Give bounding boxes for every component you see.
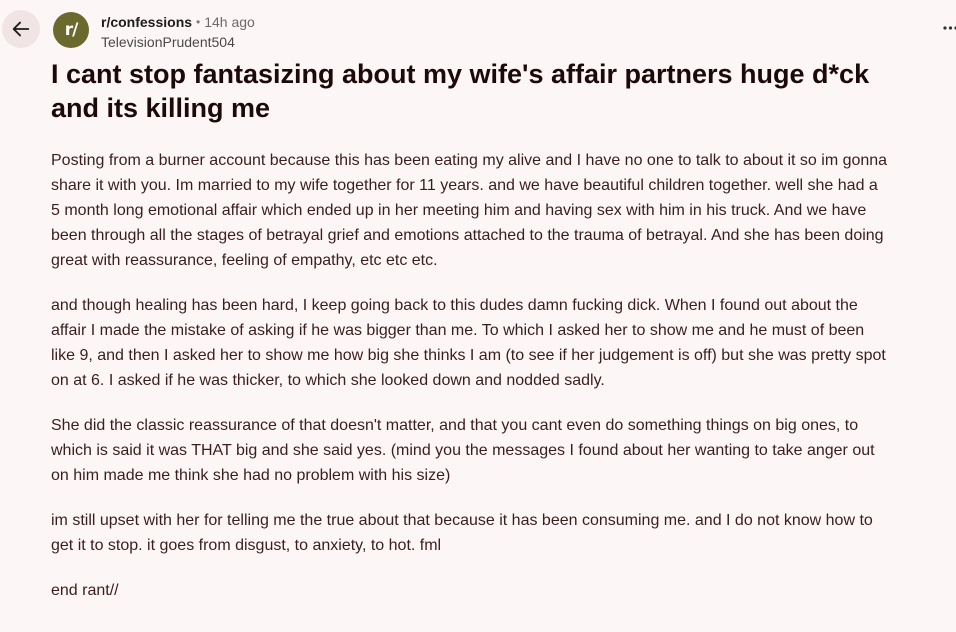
meta-separator: • (196, 15, 201, 29)
back-button[interactable] (2, 10, 40, 48)
post-page: r/ r/confessions • 14h ago TelevisionPru… (0, 0, 956, 632)
post-time: 14h ago (204, 14, 255, 30)
subreddit-link[interactable]: r/confessions (101, 12, 192, 32)
body-line: affair I made the mistake of asking if h… (51, 322, 865, 339)
author-link[interactable]: TelevisionPrudent504 (101, 32, 255, 52)
body-line: share it with you. Im married to my wife… (51, 177, 878, 194)
body-line: great with reassurance, feeling of empat… (51, 252, 438, 269)
body-line: like 9, and then I asked her to show me … (51, 347, 886, 364)
body-line: im still upset with her for telling me t… (51, 512, 873, 529)
post-paragraph: She did the classic reassurance of that … (51, 413, 956, 488)
body-line: end rant// (51, 582, 119, 599)
post-title-line: I cant stop fantasizing about my wife's … (51, 59, 870, 89)
arrow-left-icon (12, 21, 30, 37)
post-paragraph: im still upset with her for telling me t… (51, 508, 956, 558)
body-line: Posting from a burner account because th… (51, 152, 888, 169)
subreddit-avatar-text: r/ (64, 20, 79, 40)
post-body: Posting from a burner account because th… (51, 148, 956, 623)
more-horizontal-icon (943, 26, 956, 30)
body-line: get it to stop. it goes from disgust, to… (51, 537, 442, 554)
body-line: and though healing has been hard, I keep… (51, 297, 858, 314)
body-line: 5 month long emotional affair which ende… (51, 202, 867, 219)
post-paragraph: Posting from a burner account because th… (51, 148, 956, 273)
post-title: I cant stop fantasizing about my wife's … (51, 57, 951, 125)
post-paragraph: and though healing has been hard, I keep… (51, 293, 956, 393)
body-line: She did the classic reassurance of that … (51, 417, 859, 434)
body-line: which is said it was THAT big and she sa… (51, 442, 875, 459)
body-line: been through all the stages of betrayal … (51, 227, 884, 244)
more-options-button[interactable] (940, 18, 956, 38)
body-line: on at 6. I asked if he was thicker, to w… (51, 372, 605, 389)
body-line: on him made me think she had no problem … (51, 467, 451, 484)
post-paragraph: end rant// (51, 578, 956, 603)
post-meta: r/confessions • 14h ago TelevisionPruden… (101, 12, 255, 52)
subreddit-avatar[interactable]: r/ (53, 12, 89, 48)
post-title-line: and its killing me (51, 93, 271, 123)
